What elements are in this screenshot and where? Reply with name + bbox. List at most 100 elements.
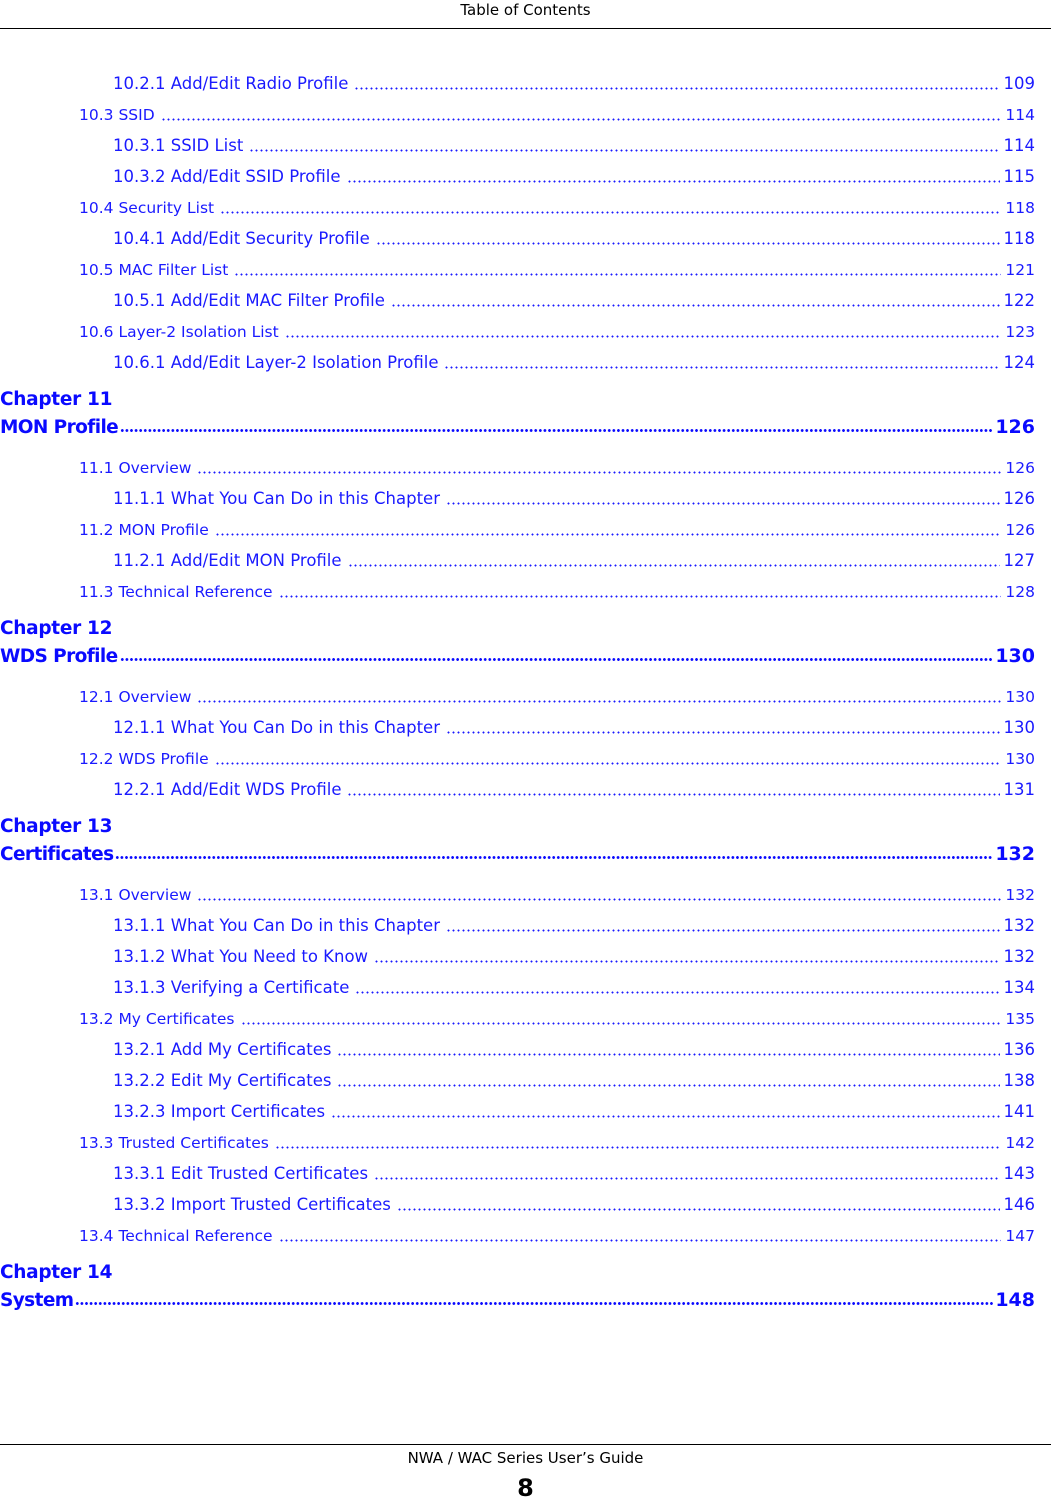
dot-leader xyxy=(197,460,1002,475)
toc-page-number: 122 xyxy=(1003,291,1036,310)
toc-entry-label: 10.4 Security List xyxy=(79,198,215,217)
dot-leader xyxy=(249,138,1000,153)
toc-subsection-link[interactable]: 12.2.1 Add/Edit WDS Profile 131 xyxy=(0,774,1051,805)
toc-subsection-link[interactable]: 10.4.1 Add/Edit Security Profile 118 xyxy=(0,223,1051,254)
toc-section-link[interactable]: 13.3 Trusted Certificates 142 xyxy=(0,1127,1051,1158)
toc-subsection-link[interactable]: 13.1.1 What You Can Do in this Chapter 13… xyxy=(0,910,1051,941)
toc-entry-label: 13.3.1 Edit Trusted Certificates xyxy=(113,1164,369,1183)
dot-leader xyxy=(278,1228,1002,1243)
table-of-contents: 10.2.1 Add/Edit Radio Profile 109 10.3 SSI… xyxy=(0,68,1051,1325)
toc-subsection-link[interactable]: 13.3.2 Import Trusted Certificates 146 xyxy=(0,1189,1051,1220)
dot-leader xyxy=(274,1135,1002,1150)
dot-leader xyxy=(214,751,1002,766)
dot-leader xyxy=(197,689,1002,704)
toc-page-number: 130 xyxy=(1005,687,1035,706)
toc-section-link[interactable]: 10.3 SSID 114 xyxy=(0,99,1051,130)
dot-leader xyxy=(446,720,1000,735)
toc-entry-label: 10.6 Layer-2 Isolation List xyxy=(79,322,279,341)
toc-page-number: 135 xyxy=(1005,1009,1035,1028)
toc-entry-label: 12.2.1 Add/Edit WDS Profile xyxy=(113,780,342,799)
toc-page-number: 109 xyxy=(1003,74,1036,93)
toc-entry-label: 11.2 MON Profile xyxy=(79,520,209,539)
toc-entry-label: 10.3.2 Add/Edit SSID Profile xyxy=(113,167,341,186)
toc-chapter: Chapter 14 System 148 xyxy=(0,1261,1051,1311)
toc-entry-label: 10.6.1 Add/Edit Layer-2 Isolation Profil… xyxy=(113,353,439,372)
chapter-title: System xyxy=(0,1290,74,1311)
toc-entry-label: 10.5 MAC Filter List xyxy=(79,260,229,279)
toc-subsection-link[interactable]: 11.1.1 What You Can Do in this Chapter 12… xyxy=(0,483,1051,514)
toc-section-link[interactable]: 13.4 Technical Reference 147 xyxy=(0,1220,1051,1251)
toc-subsection-link[interactable]: 10.3.2 Add/Edit SSID Profile 115 xyxy=(0,161,1051,192)
toc-page-number: 138 xyxy=(1003,1071,1036,1090)
toc-section-link[interactable]: 13.1 Overview 132 xyxy=(0,879,1051,910)
toc-page-number: 134 xyxy=(1003,978,1036,997)
toc-page-number: 124 xyxy=(1003,353,1036,372)
toc-page-number: 146 xyxy=(1003,1195,1036,1214)
chapter-number-label: Chapter 14 xyxy=(0,1262,113,1283)
chapter-page-number: 148 xyxy=(995,1289,1035,1311)
page-header: Table of Contents xyxy=(0,0,1051,29)
toc-entry-label: 10.5.1 Add/Edit MAC Filter Profile xyxy=(113,291,385,310)
toc-section-link[interactable]: 12.2 WDS Profile 130 xyxy=(0,743,1051,774)
dot-leader xyxy=(197,887,1002,902)
toc-subsection-link[interactable]: 13.3.1 Edit Trusted Certificates 143 xyxy=(0,1158,1051,1189)
dot-leader xyxy=(347,782,1000,797)
toc-chapter-link[interactable]: Certificates 132 xyxy=(0,838,1051,865)
toc-chapter-link[interactable]: System 148 xyxy=(0,1284,1051,1311)
toc-subsection-link[interactable]: 13.2.3 Import Certificates 141 xyxy=(0,1096,1051,1127)
toc-section-link[interactable]: 13.2 My Certificates 135 xyxy=(0,1003,1051,1034)
toc-subsection-link[interactable]: 10.5.1 Add/Edit MAC Filter Profile 122 xyxy=(0,285,1051,316)
toc-page-number: 118 xyxy=(1003,229,1036,248)
toc-subsection-link[interactable]: 10.3.1 SSID List 114 xyxy=(0,130,1051,161)
toc-subsection-link[interactable]: 13.2.2 Edit My Certificates 138 xyxy=(0,1065,1051,1096)
toc-page-number: 136 xyxy=(1003,1040,1036,1059)
dot-leader xyxy=(374,1166,1000,1181)
dot-leader xyxy=(240,1011,1002,1026)
toc-subsection-link[interactable]: 13.1.3 Verifying a Certificate 134 xyxy=(0,972,1051,1003)
dot-leader xyxy=(284,324,1002,339)
page-footer: NWA / WAC Series User’s Guide 8 xyxy=(0,1444,1051,1502)
dot-leader xyxy=(119,651,994,663)
toc-subsection-link[interactable]: 10.2.1 Add/Edit Radio Profile 109 xyxy=(0,68,1051,99)
toc-subsection-link[interactable]: 12.1.1 What You Can Do in this Chapter 13… xyxy=(0,712,1051,743)
toc-page-number: 126 xyxy=(1005,458,1035,477)
dot-leader xyxy=(446,491,1000,506)
dot-leader xyxy=(347,553,1000,568)
toc-entry-label: 13.2.3 Import Certificates xyxy=(113,1102,326,1121)
toc-section-link[interactable]: 10.5 MAC Filter List 121 xyxy=(0,254,1051,285)
toc-entry-label: 13.1 Overview xyxy=(79,885,192,904)
toc-section-link[interactable]: 10.6 Layer-2 Isolation List 123 xyxy=(0,316,1051,347)
toc-page-number: 143 xyxy=(1003,1164,1036,1183)
toc-entry-label: 13.2 My Certificates xyxy=(79,1009,235,1028)
toc-entry-label: 12.1 Overview xyxy=(79,687,192,706)
toc-chapter: Chapter 12 WDS Profile 130 xyxy=(0,617,1051,667)
toc-section-link[interactable]: 10.4 Security List 118 xyxy=(0,192,1051,223)
dot-leader xyxy=(354,76,1000,91)
chapter-number-label: Chapter 12 xyxy=(0,618,113,639)
toc-page-number: 123 xyxy=(1005,322,1035,341)
dot-leader xyxy=(337,1042,1000,1057)
toc-entry-label: 10.3.1 SSID List xyxy=(113,136,244,155)
toc-section-link[interactable]: 12.1 Overview 130 xyxy=(0,681,1051,712)
dot-leader xyxy=(115,849,994,861)
toc-subsection-link[interactable]: 10.6.1 Add/Edit Layer-2 Isolation Profil… xyxy=(0,347,1051,378)
toc-section-link[interactable]: 11.3 Technical Reference 128 xyxy=(0,576,1051,607)
toc-page-number: 132 xyxy=(1003,947,1036,966)
toc-subsection-link[interactable]: 13.2.1 Add My Certificates 136 xyxy=(0,1034,1051,1065)
toc-page-number: 132 xyxy=(1005,885,1035,904)
dot-leader xyxy=(120,422,994,434)
dot-leader xyxy=(160,107,1002,122)
toc-entry-label: 13.1.3 Verifying a Certificate xyxy=(113,978,350,997)
toc-chapter-link[interactable]: WDS Profile 130 xyxy=(0,640,1051,667)
toc-chapter-link[interactable]: MON Profile 126 xyxy=(0,411,1051,438)
toc-section-link[interactable]: 11.2 MON Profile 126 xyxy=(0,514,1051,545)
toc-subsection-link[interactable]: 11.2.1 Add/Edit MON Profile 127 xyxy=(0,545,1051,576)
toc-entry-label: 13.3.2 Import Trusted Certificates xyxy=(113,1195,391,1214)
toc-page-number: 114 xyxy=(1003,136,1036,155)
toc-section-link[interactable]: 11.1 Overview 126 xyxy=(0,452,1051,483)
toc-chapter: Chapter 11 MON Profile 126 xyxy=(0,388,1051,438)
page-number: 8 xyxy=(517,1474,534,1502)
dot-leader xyxy=(278,584,1002,599)
dot-leader xyxy=(446,918,1000,933)
toc-subsection-link[interactable]: 13.1.2 What You Need to Know 132 xyxy=(0,941,1051,972)
